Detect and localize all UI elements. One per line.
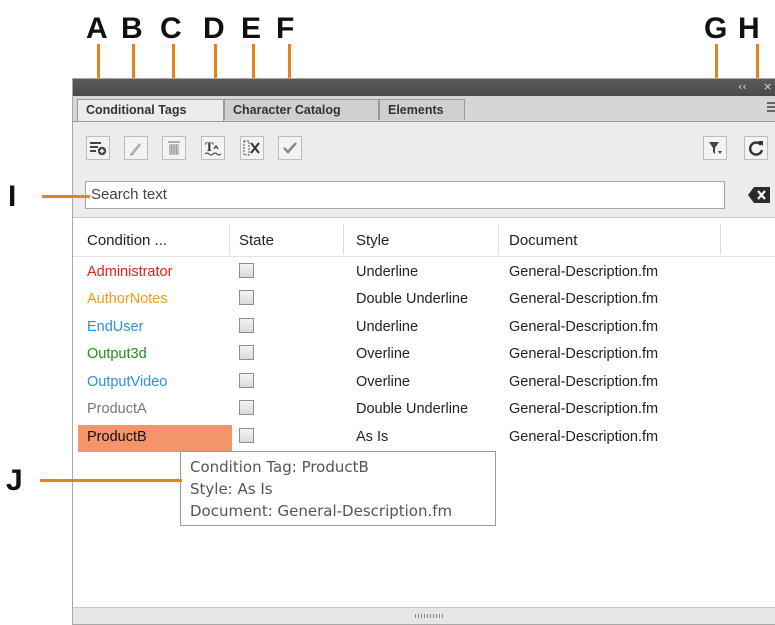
condition-name: EndUser — [87, 319, 144, 335]
horizontal-scrollbar[interactable] — [73, 607, 775, 624]
column-header-condition[interactable]: Condition ... — [87, 232, 167, 249]
callout-g: G — [704, 12, 728, 45]
column-divider[interactable] — [720, 224, 721, 254]
condition-style: Underline — [356, 319, 419, 335]
scrollbar-grip[interactable] — [415, 614, 443, 618]
state-checkbox[interactable] — [239, 318, 254, 333]
state-checkbox[interactable] — [239, 345, 254, 360]
callout-e: E — [241, 12, 262, 45]
apply-tag-button[interactable]: T — [201, 136, 225, 160]
header-divider — [73, 256, 775, 257]
table-row[interactable]: AuthorNotes Double Underline General-Des… — [73, 287, 775, 314]
column-divider[interactable] — [498, 224, 499, 254]
refresh-button[interactable] — [744, 136, 768, 160]
svg-text:T: T — [205, 139, 214, 154]
column-header-state[interactable]: State — [239, 232, 274, 249]
remove-tag-button[interactable] — [240, 136, 264, 160]
search-input[interactable]: Search text — [85, 181, 725, 209]
state-checkbox[interactable] — [239, 263, 254, 278]
edit-tag-icon — [130, 143, 141, 156]
delete-tag-icon — [168, 141, 180, 155]
condition-name: ProductA — [87, 401, 147, 417]
apply-check-button[interactable] — [278, 136, 302, 160]
condition-name: Administrator — [87, 264, 173, 280]
clear-search-button[interactable] — [747, 184, 773, 206]
state-checkbox[interactable] — [239, 373, 254, 388]
table-row[interactable]: ProductA Double Underline General-Descri… — [73, 397, 775, 424]
condition-style: As Is — [356, 429, 389, 445]
clear-search-icon — [748, 187, 770, 203]
condition-style: Double Underline — [356, 291, 469, 307]
tooltip-document: Document: General-Description.fm — [190, 502, 453, 520]
condition-name: AuthorNotes — [87, 291, 168, 307]
filter-icon — [709, 142, 722, 154]
callout-h: H — [738, 12, 760, 45]
state-checkbox[interactable] — [239, 428, 254, 443]
condition-document: General-Description.fm — [509, 429, 659, 445]
condition-style: Underline — [356, 264, 419, 280]
condition-name: Output3d — [87, 346, 147, 362]
callout-j: J — [6, 464, 23, 497]
delete-tag-button[interactable] — [162, 136, 186, 160]
remove-tag-icon — [243, 140, 260, 156]
tab-conditional-tags[interactable]: Conditional Tags — [77, 99, 224, 121]
state-checkbox[interactable] — [239, 400, 254, 415]
condition-tag-list: Condition ... State Style Document Admin… — [73, 217, 775, 608]
state-checkbox[interactable] — [239, 290, 254, 305]
tab-character-catalog[interactable]: Character Catalog — [224, 99, 379, 120]
column-header-style[interactable]: Style — [356, 232, 389, 249]
panel-menu-icon[interactable] — [767, 102, 775, 112]
table-row[interactable]: OutputVideo Overline General-Description… — [73, 370, 775, 397]
condition-name: OutputVideo — [87, 374, 168, 390]
column-divider[interactable] — [229, 224, 230, 254]
column-header-document[interactable]: Document — [509, 232, 577, 249]
new-tag-button[interactable] — [86, 136, 110, 160]
condition-document: General-Description.fm — [509, 291, 659, 307]
condition-style: Overline — [356, 346, 410, 362]
apply-tag-icon: T — [204, 139, 222, 156]
panel-tabs: Conditional Tags Character Catalog Eleme… — [73, 96, 775, 122]
condition-document: General-Description.fm — [509, 264, 659, 280]
tab-elements[interactable]: Elements — [379, 99, 465, 120]
panel-titlebar: ‹‹ × — [73, 79, 775, 96]
tag-tooltip: Condition Tag: ProductB Style: As Is Doc… — [180, 451, 496, 526]
filter-button[interactable] — [703, 136, 727, 160]
tooltip-condition-tag: Condition Tag: ProductB — [190, 458, 369, 476]
refresh-icon — [749, 141, 764, 156]
table-row[interactable]: Administrator Underline General-Descript… — [73, 260, 775, 287]
apply-check-icon — [283, 142, 297, 154]
collapse-panel-button[interactable]: ‹‹ — [738, 80, 747, 93]
condition-style: Double Underline — [356, 401, 469, 417]
table-row[interactable]: Output3d Overline General-Description.fm — [73, 342, 775, 369]
close-panel-button[interactable]: × — [763, 80, 772, 93]
column-divider[interactable] — [343, 224, 344, 254]
condition-name: ProductB — [87, 429, 147, 445]
callout-b: B — [121, 12, 143, 45]
table-row[interactable]: EndUser Underline General-Description.fm — [73, 315, 775, 342]
condition-document: General-Description.fm — [509, 374, 659, 390]
leader-i — [42, 195, 90, 198]
new-tag-icon — [90, 142, 107, 156]
condition-document: General-Description.fm — [509, 319, 659, 335]
table-row-selected[interactable]: ProductB As Is General-Description.fm — [73, 425, 775, 452]
callout-i: I — [8, 180, 17, 213]
condition-document: General-Description.fm — [509, 401, 659, 417]
conditional-tags-panel: ‹‹ × Conditional Tags Character Catalog … — [72, 78, 775, 625]
leader-j — [40, 479, 182, 482]
condition-style: Overline — [356, 374, 410, 390]
tooltip-style: Style: As Is — [190, 480, 273, 498]
callout-f: F — [276, 12, 295, 45]
callout-c: C — [160, 12, 182, 45]
edit-tag-button[interactable] — [124, 136, 148, 160]
callout-d: D — [203, 12, 225, 45]
callout-a: A — [86, 12, 108, 45]
condition-document: General-Description.fm — [509, 346, 659, 362]
